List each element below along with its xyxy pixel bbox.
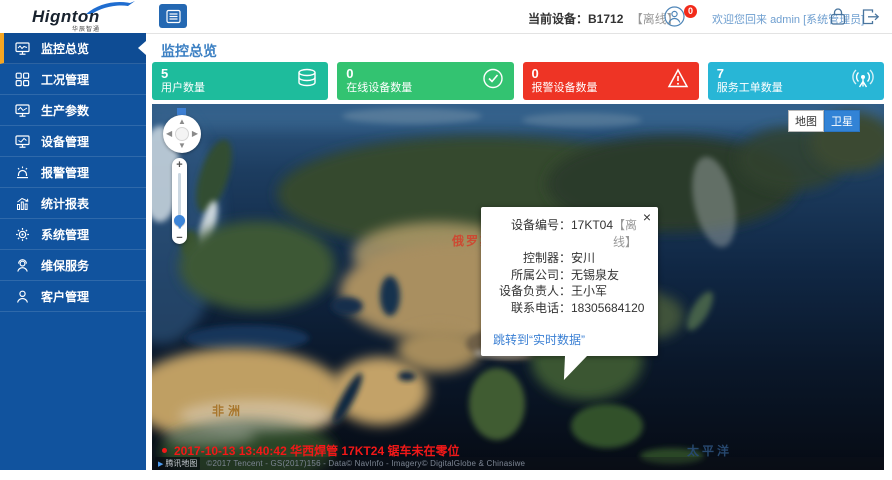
map-label-africa: 非洲 [212,402,244,419]
sidebar-item-device-mgmt[interactable]: 设备管理 [0,126,146,157]
sidebar-item-customer-mgmt[interactable]: 客户管理 [0,281,146,312]
sidebar-item-label: 报警管理 [41,164,89,181]
list-icon [166,9,181,24]
logout-button[interactable] [860,6,881,32]
sidebar-item-maintenance-service[interactable]: 维保服务 [0,250,146,281]
user-name: admin [系统管理员] [770,14,864,26]
popup-row-value: 18305684120 [571,300,644,317]
pan-center-button[interactable] [175,127,189,141]
sidebar-item-statistics-reports[interactable]: 统计报表 [0,188,146,219]
alarm-icon [15,165,30,180]
pan-right-icon[interactable]: ▶ [192,130,198,138]
sidebar-item-condition-mgmt[interactable]: 工况管理 [0,64,146,95]
sidebar-item-label: 生产参数 [41,102,89,119]
stat-card-alarm-devices[interactable]: 0 报警设备数量 [523,62,699,100]
popup-row-label: 控制器： [493,250,571,267]
popup-row-label: 设备编号： [493,217,571,250]
map-layer-toggle: 地图 卫星 [788,110,860,132]
popup-row-value: 17KT04 [571,217,613,250]
stat-card-online-devices[interactable]: 0 在线设备数量 [337,62,513,100]
pan-left-icon[interactable]: ◀ [166,130,172,138]
layer-satellite-button[interactable]: 卫星 [824,110,860,132]
map-pan-control[interactable]: ▲ ▼ ◀ ▶ [163,115,201,153]
brand-logo: Hignton 华辰智通 [14,1,144,32]
check-circle-icon [481,67,505,96]
header-divider [146,33,892,34]
popup-row-value: 王小军 [571,283,607,300]
sidebar-item-label: 工况管理 [41,71,89,88]
database-icon [295,67,319,96]
sidebar-item-monitor-overview[interactable]: 监控总览 [0,33,146,64]
app-window: Hignton 华辰智通 当前设备：B1712 【离线】 0 欢迎您回来 adm… [0,0,892,480]
sidebar-item-label: 维保服务 [41,257,89,274]
popup-row-value: 无锡泉友 [571,267,619,284]
lock-button[interactable] [828,6,848,32]
sidebar-toggle-button[interactable] [159,4,187,28]
realtime-data-link[interactable]: 跳转到“实时数据” [493,331,646,348]
sidebar-item-label: 系统管理 [41,226,89,243]
current-device: 当前设备：B1712 【离线】 [528,10,679,27]
zoom-thumb[interactable] [174,215,185,226]
grid-icon [15,72,30,87]
lock-icon [828,6,848,27]
layer-map-button[interactable]: 地图 [788,110,824,132]
popup-row-label: 联系电话： [493,300,571,317]
top-bar: Hignton 华辰智通 当前设备：B1712 【离线】 0 欢迎您回来 adm… [0,0,892,33]
map-provider-name: 腾讯地图 [165,458,197,469]
zoom-out-button[interactable]: − [172,232,187,244]
stat-card-users[interactable]: 5 用户数量 [152,62,328,100]
device-info-popup: × 设备编号： 17KT04 【离线】 控制器： 安川 所属公司： 无锡泉友 设… [481,207,658,356]
notification-badge[interactable]: 0 [684,5,697,18]
tencent-logo-icon: ▶ [158,460,163,468]
user-circle-icon [664,6,685,27]
monitor-icon [15,41,30,56]
popup-row-device-id: 设备编号： 17KT04 【离线】 [493,217,646,250]
map-provider-logo: ▶腾讯地图 [155,457,200,470]
user-profile-button[interactable] [664,6,685,32]
user-icon [15,289,30,304]
monitor-icon [15,103,30,118]
sidebar-nav: 监控总览 工况管理 生产参数 设备管理 报警管理 统计报表 系统管理 维保服务 [0,33,146,470]
stat-cards-row: 5 用户数量 0 在线设备数量 0 报警设备数量 7 服务工单数量 [152,62,884,100]
chart-icon [15,196,30,211]
satellite-map[interactable]: 俄罗斯 中 国 非洲 太平洋 ▲ ▼ ◀ ▶ + − 地图 卫星 × 设备编号： [152,104,884,470]
popup-row-value: 安川 [571,250,595,267]
broadcast-icon [851,67,875,96]
popup-row-status: 【离线】 [613,217,646,250]
logout-icon [860,6,881,27]
current-device-label: 当前设备： [528,12,588,26]
current-device-value: B1712 [588,12,623,26]
welcome-label: 欢迎您回来 [712,14,767,26]
support-headset-icon [15,258,30,273]
zoom-in-button[interactable]: + [172,159,187,171]
sidebar-item-label: 客户管理 [41,288,89,305]
pan-down-icon[interactable]: ▼ [178,142,186,150]
popup-row-label: 设备负责人： [493,283,571,300]
sidebar-item-system-mgmt[interactable]: 系统管理 [0,219,146,250]
sidebar-item-label: 监控总览 [41,40,89,57]
sidebar-item-label: 统计报表 [41,195,89,212]
sidebar-item-alarm-mgmt[interactable]: 报警管理 [0,157,146,188]
page-title: 监控总览 [161,41,217,61]
popup-row-label: 所属公司： [493,267,571,284]
brand-subtitle: 华辰智通 [72,24,100,33]
map-tool-icon[interactable] [177,108,186,115]
monitor-icon [15,134,30,149]
popup-row-owner: 设备负责人： 王小军 [493,283,646,300]
sidebar-item-label: 设备管理 [41,133,89,150]
map-zoom-slider[interactable]: + − [172,158,187,244]
popup-row-company: 所属公司： 无锡泉友 [493,267,646,284]
sidebar-item-production-params[interactable]: 生产参数 [0,95,146,126]
map-attribution-text: ©2017 Tencent - GS(2017)156 - Data© NavI… [206,459,525,468]
warning-triangle-icon [666,67,690,96]
alarm-dot-icon [162,448,167,453]
stat-card-service-orders[interactable]: 7 服务工单数量 [708,62,884,100]
popup-close-icon[interactable]: × [643,210,651,224]
popup-row-controller: 控制器： 安川 [493,250,646,267]
gear-icon [15,227,30,242]
pan-up-icon[interactable]: ▲ [178,118,186,126]
map-attribution-bar: ▶腾讯地图 ©2017 Tencent - GS(2017)156 - Data… [152,457,884,470]
popup-row-phone: 联系电话： 18305684120 [493,300,646,317]
